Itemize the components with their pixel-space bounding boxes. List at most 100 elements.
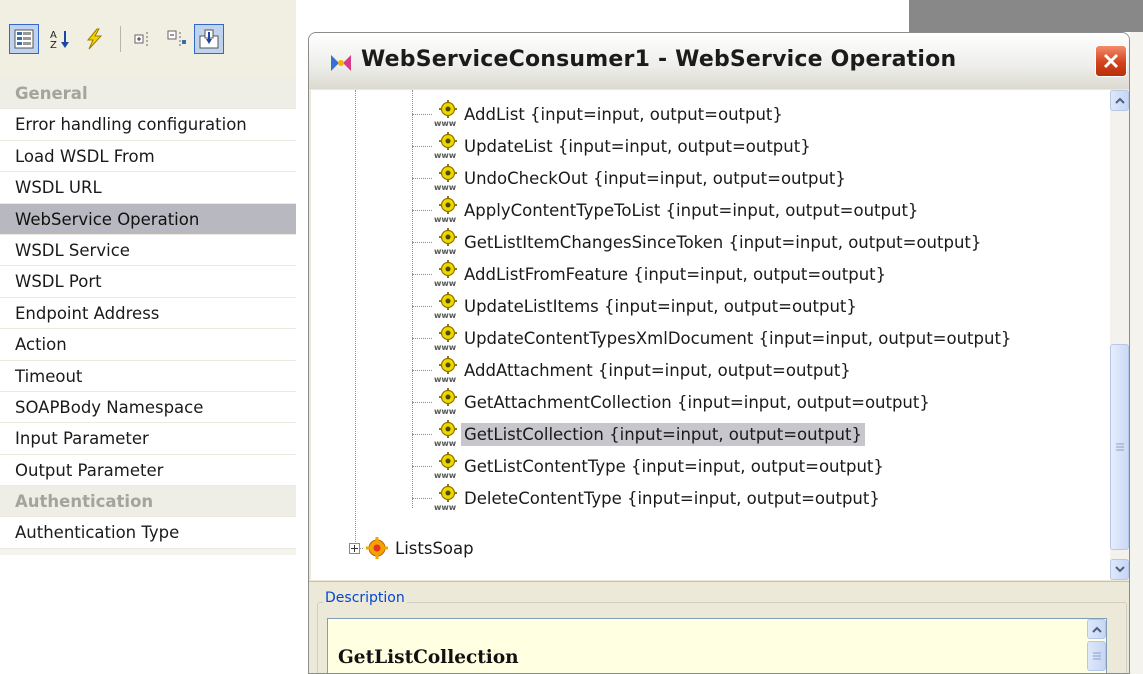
sort-alphabetical-icon[interactable]: AZ xyxy=(45,24,75,54)
operation-gear-icon: www xyxy=(434,228,457,256)
tree-node-operation[interactable]: www GetAttachmentCollection {input=input,… xyxy=(433,386,933,418)
tree-node-operation[interactable]: www DeleteContentType {input=input, outpu… xyxy=(433,482,883,514)
expand-all-icon[interactable] xyxy=(129,24,159,54)
tree-node-operation[interactable]: www AddAttachment {input=input, output=ou… xyxy=(433,354,854,386)
property-wsdl-port[interactable]: WSDL Port xyxy=(0,266,296,298)
svg-text:Z: Z xyxy=(50,40,57,50)
svg-text:www: www xyxy=(434,439,457,448)
tree-node-operation[interactable]: www AddListFromFeature {input=input, outp… xyxy=(433,258,889,290)
operation-gear-icon: www xyxy=(434,484,457,512)
tree-node-operation[interactable]: www GetListItemChangesSinceToken {input=i… xyxy=(433,226,984,258)
description-legend: Description xyxy=(323,590,407,606)
svg-text:www: www xyxy=(434,407,457,416)
svg-text:www: www xyxy=(434,375,457,384)
grip-icon xyxy=(1092,652,1101,660)
operation-gear-icon: www xyxy=(434,452,457,480)
property-grid-toolbar: AZ xyxy=(0,0,296,78)
operation-label: AddList {input=input, output=output} xyxy=(464,104,783,124)
tree-node-operation[interactable]: www AddList {input=input, output=output} xyxy=(433,98,786,130)
operation-gear-icon: www xyxy=(434,420,457,448)
operation-gear-icon: www xyxy=(434,356,457,384)
tree-connector xyxy=(412,466,432,467)
operation-label: DeleteContentType {input=input, output=o… xyxy=(464,488,880,508)
property-wsdl-url[interactable]: WSDL URL xyxy=(0,172,296,204)
tree-node-operation[interactable]: www UndoCheckOut {input=input, output=out… xyxy=(433,162,849,194)
operation-label: ApplyContentTypeToList {input=input, out… xyxy=(464,200,919,220)
events-lightning-icon[interactable] xyxy=(79,24,109,54)
operation-gear-icon: www xyxy=(434,324,457,352)
property-error-handling-configuration[interactable]: Error handling configuration xyxy=(0,109,296,141)
property-output-parameter[interactable]: Output Parameter xyxy=(0,454,296,487)
operation-label: UndoCheckOut {input=input, output=output… xyxy=(464,168,846,188)
tree-connector xyxy=(412,178,432,179)
close-button[interactable] xyxy=(1095,45,1127,77)
description-scrollbar[interactable] xyxy=(1087,619,1106,673)
tree-node-lists-soap[interactable]: ListsSoap xyxy=(349,532,477,564)
property-authentication-type[interactable]: Authentication Type xyxy=(0,517,296,549)
tree-connector xyxy=(355,90,356,544)
tree-node-operation[interactable]: www UpdateList {input=input, output=outpu… xyxy=(433,130,814,162)
operation-label: GetListContentType {input=input, output=… xyxy=(464,456,884,476)
category-general[interactable]: General xyxy=(0,78,296,110)
tree-connector xyxy=(412,210,432,211)
operation-label: UpdateList {input=input, output=output} xyxy=(464,136,811,156)
tree-connector xyxy=(412,434,432,435)
tree-connector xyxy=(412,402,432,403)
grip-icon xyxy=(1115,443,1124,451)
tree-scrollbar[interactable] xyxy=(1110,90,1129,580)
operation-tree[interactable]: www AddList {input=input, output=output} w… xyxy=(311,90,1110,580)
collapse-all-icon[interactable] xyxy=(162,24,192,54)
chevron-up-icon xyxy=(1114,97,1125,104)
scroll-up-button[interactable] xyxy=(1110,90,1129,111)
background-strip xyxy=(909,0,1143,32)
description-textbox[interactable]: GetListCollection xyxy=(327,618,1107,673)
operation-gear-icon: www xyxy=(434,164,457,192)
property-load-wsdl-from[interactable]: Load WSDL From xyxy=(0,140,296,173)
toolbar-separator xyxy=(120,26,121,52)
categorized-icon[interactable] xyxy=(9,24,39,54)
description-scroll-up-button[interactable] xyxy=(1087,619,1106,639)
operation-label: GetListItemChangesSinceToken {input=inpu… xyxy=(464,232,982,252)
scroll-down-button[interactable] xyxy=(1110,559,1129,580)
tree-connector xyxy=(412,338,432,339)
chevron-up-icon xyxy=(1091,626,1102,633)
tree-connector xyxy=(412,306,432,307)
tree-connector xyxy=(412,370,432,371)
tree-connector xyxy=(412,90,413,508)
tree-node-operation[interactable]: www GetListCollection {input=input, outpu… xyxy=(433,418,865,450)
property-grid-empty-area xyxy=(0,555,296,674)
svg-text:www: www xyxy=(434,343,457,352)
property-endpoint-address[interactable]: Endpoint Address xyxy=(0,297,296,330)
property-wsdl-service[interactable]: WSDL Service xyxy=(0,234,296,267)
property-webservice-operation[interactable]: WebService Operation xyxy=(0,203,296,235)
operation-gear-icon: www xyxy=(434,196,457,224)
property-soapbody-namespace[interactable]: SOAPBody Namespace xyxy=(0,391,296,424)
tree-connector xyxy=(412,274,432,275)
operation-label: AddAttachment {input=input, output=outpu… xyxy=(464,360,851,380)
background-edge xyxy=(1130,32,1143,674)
property-action[interactable]: Action xyxy=(0,329,296,361)
svg-text:www: www xyxy=(434,503,457,512)
scroll-thumb[interactable] xyxy=(1110,344,1129,550)
tree-node-operation[interactable]: www GetListContentType {input=input, outp… xyxy=(433,450,887,482)
svg-text:www: www xyxy=(434,183,457,192)
category-authentication[interactable]: Authentication xyxy=(0,486,296,518)
tree-node-operation[interactable]: www UpdateListItems {input=input, output=… xyxy=(433,290,860,322)
description-text: GetListCollection xyxy=(338,647,519,668)
expand-icon[interactable] xyxy=(349,542,360,554)
property-timeout[interactable]: Timeout xyxy=(0,360,296,392)
svg-text:www: www xyxy=(434,471,457,480)
property-pages-icon[interactable] xyxy=(194,24,224,54)
tree-node-operation[interactable]: www UpdateContentTypesXmlDocument {input=… xyxy=(433,322,1014,354)
svg-text:www: www xyxy=(434,215,457,224)
svg-text:www: www xyxy=(434,279,457,288)
dialog-title: WebServiceConsumer1 - WebService Operati… xyxy=(361,47,957,72)
tree-node-operation[interactable]: www ApplyContentTypeToList {input=input, … xyxy=(433,194,921,226)
svg-text:www: www xyxy=(434,311,457,320)
description-scroll-thumb[interactable] xyxy=(1087,641,1106,671)
dialog-titlebar[interactable]: WebServiceConsumer1 - WebService Operati… xyxy=(309,33,1129,89)
svg-text:www: www xyxy=(434,151,457,160)
tree-connector xyxy=(412,498,432,499)
property-input-parameter[interactable]: Input Parameter xyxy=(0,423,296,455)
operation-label: UpdateContentTypesXmlDocument {input=inp… xyxy=(464,328,1012,348)
